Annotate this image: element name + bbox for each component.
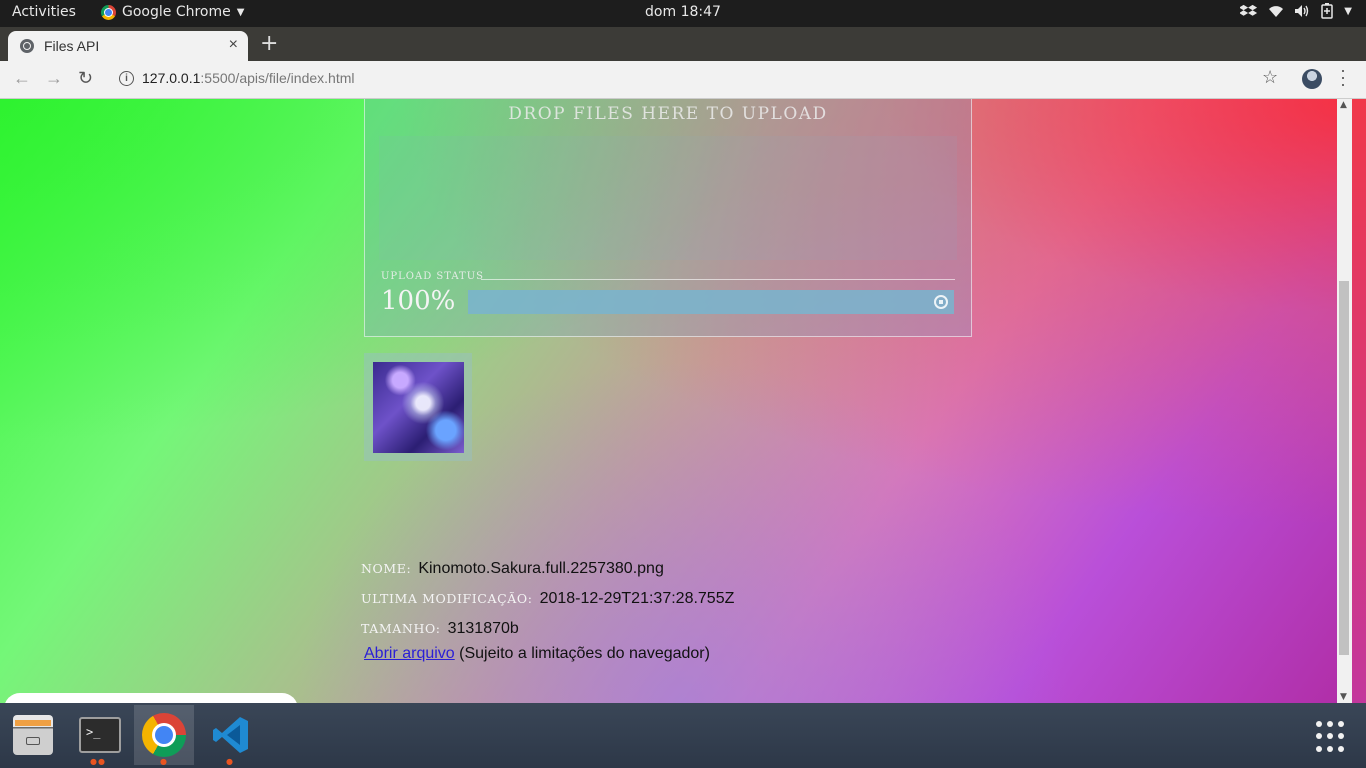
drop-area[interactable]	[379, 136, 957, 260]
volume-icon[interactable]	[1294, 4, 1310, 18]
scroll-down-arrow-icon[interactable]: ▼	[1340, 692, 1347, 702]
upload-status-label: UPLOAD STATUS	[381, 271, 485, 282]
scroll-thumb[interactable]	[1339, 281, 1349, 655]
vscode-icon	[213, 717, 248, 753]
scroll-up-arrow-icon[interactable]: ▲	[1340, 100, 1347, 110]
app-menu-label: Google Chrome	[122, 4, 231, 20]
file-name-row: NOME: Kinomoto.Sakura.full.2257380.png	[361, 560, 664, 578]
dock-vscode[interactable]: ●	[200, 705, 260, 766]
tab-close-icon[interactable]: ×	[229, 36, 238, 54]
profile-avatar[interactable]	[1302, 69, 1322, 89]
globe-icon	[20, 39, 34, 53]
drop-zone[interactable]: DROP FILES HERE TO UPLOAD UPLOAD STATUS …	[364, 99, 972, 337]
file-modified-value: 2018-12-29T21:37:28.755Z	[539, 590, 735, 607]
file-modified-row: ULTIMA MODIFICAÇÃO: 2018-12-29T21:37:28.7…	[361, 590, 734, 608]
files-icon	[13, 715, 53, 755]
file-name-label: NOME:	[361, 561, 412, 576]
stop-icon[interactable]	[934, 295, 948, 309]
open-file-link[interactable]: Abrir arquivo	[364, 645, 455, 662]
address-bar[interactable]: 127.0.0.1:5500/apis/file/index.html	[142, 70, 354, 86]
power-menu-chevron-icon[interactable]: ▼	[1344, 6, 1352, 17]
file-name-value: Kinomoto.Sakura.full.2257380.png	[418, 560, 664, 577]
file-size-label: TAMANHO:	[361, 621, 441, 636]
wifi-icon[interactable]	[1268, 4, 1284, 18]
bookmark-star-icon[interactable]: ☆	[1262, 67, 1278, 88]
new-tab-button[interactable]: +	[260, 31, 278, 56]
browser-toolbar: ← → ↻ i 127.0.0.1:5500/apis/file/index.h…	[0, 61, 1366, 99]
file-modified-label: ULTIMA MODIFICAÇÃO:	[361, 591, 533, 606]
show-applications-icon[interactable]	[1316, 721, 1348, 753]
gnome-top-bar: Activities Google Chrome ▼ dom 18:47 ▼	[0, 0, 1366, 27]
file-size-value: 3131870b	[447, 620, 519, 637]
open-file-row: Abrir arquivo (Sujeito a limitações do n…	[364, 645, 710, 663]
tab-files-api[interactable]: Files API ×	[8, 31, 248, 61]
progress-bar	[468, 290, 954, 314]
running-indicator: ●	[160, 757, 168, 766]
battery-icon[interactable]	[1320, 3, 1334, 19]
dock-files[interactable]	[2, 705, 62, 765]
browser-menu-icon[interactable]: · · ·	[1340, 61, 1346, 93]
reload-icon[interactable]: ↻	[78, 68, 93, 89]
app-menu[interactable]: Google Chrome ▼	[101, 4, 244, 20]
page-viewport: DROP FILES HERE TO UPLOAD UPLOAD STATUS …	[0, 99, 1366, 703]
back-arrow-icon[interactable]: ←	[13, 68, 31, 89]
bottom-popup[interactable]	[4, 693, 298, 703]
tab-title: Files API	[44, 38, 100, 54]
site-info-icon[interactable]: i	[119, 71, 134, 86]
terminal-icon: >_	[79, 717, 121, 753]
url-path: :5500/apis/file/index.html	[200, 70, 355, 86]
status-divider	[481, 279, 955, 280]
dock: >_ ●● ● ●	[0, 703, 1366, 768]
dock-terminal[interactable]: >_ ●●	[68, 705, 128, 766]
tab-strip: Files API × +	[0, 27, 1366, 61]
page-edge	[1352, 99, 1366, 703]
activities-button[interactable]: Activities	[12, 4, 76, 20]
progress-fill	[468, 290, 954, 314]
forward-arrow-icon[interactable]: →	[45, 68, 63, 89]
file-size-row: TAMANHO: 3131870b	[361, 620, 519, 638]
running-indicator: ●	[226, 757, 234, 766]
running-indicator: ●●	[90, 757, 106, 766]
chevron-down-icon: ▼	[236, 6, 245, 18]
dock-chrome[interactable]: ●	[134, 705, 194, 766]
file-thumbnail-frame	[364, 353, 472, 461]
drop-hint: DROP FILES HERE TO UPLOAD	[508, 104, 828, 124]
clock[interactable]: dom 18:47	[645, 4, 721, 20]
file-thumbnail-image[interactable]	[373, 362, 464, 453]
chrome-icon	[142, 713, 186, 757]
vertical-scrollbar[interactable]: ▲ ▼	[1337, 99, 1352, 703]
dropbox-icon[interactable]	[1240, 3, 1258, 19]
url-host: 127.0.0.1	[142, 70, 201, 86]
progress-percent: 100%	[381, 286, 456, 316]
chrome-logo-icon	[101, 4, 116, 20]
open-file-note: (Sujeito a limitações do navegador)	[459, 645, 710, 662]
